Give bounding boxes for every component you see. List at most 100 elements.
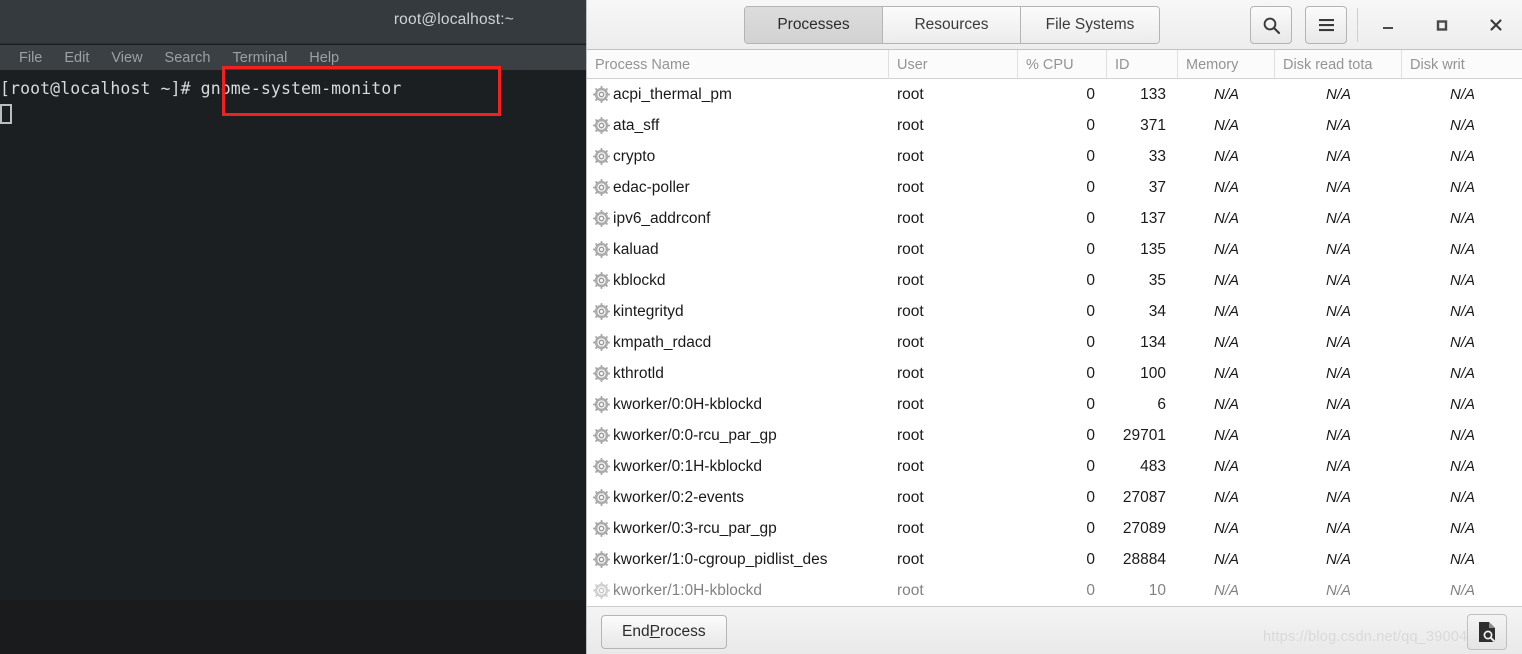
- column-header-cpu[interactable]: % CPU: [1018, 50, 1107, 79]
- end-process-prefix: End: [622, 623, 650, 640]
- table-row[interactable]: kworker/1:0-cgroup_pidlist_des root 0 28884…: [587, 544, 1522, 575]
- end-process-accel: P: [649, 623, 660, 640]
- cell-memory: N/A: [1213, 272, 1239, 289]
- table-row[interactable]: ipv6_addrconf root 0 137 N/A N/A N/A: [587, 203, 1522, 234]
- cell-process-name: kworker/0:2-events: [587, 489, 889, 507]
- cell-memory: N/A: [1213, 148, 1239, 165]
- table-row[interactable]: ata_sff root 0 371 N/A N/A N/A: [587, 110, 1522, 141]
- cell-id: 27087: [1122, 488, 1166, 506]
- menu-item-file[interactable]: File: [8, 50, 53, 66]
- cell-user: root: [897, 333, 924, 351]
- process-gear-icon: [593, 179, 610, 196]
- column-header-disk-read[interactable]: Disk read tota: [1275, 50, 1402, 79]
- column-header-memory[interactable]: Memory: [1178, 50, 1275, 79]
- cell-disk-write: N/A: [1449, 582, 1475, 599]
- process-gear-icon: [593, 334, 610, 351]
- tab-file-systems[interactable]: File Systems: [1021, 7, 1159, 43]
- menu-item-edit[interactable]: Edit: [53, 50, 100, 66]
- maximize-button[interactable]: [1423, 6, 1461, 44]
- table-row[interactable]: kworker/0:3-rcu_par_gp root 0 27089 N/A N/A N/…: [587, 513, 1522, 544]
- cell-cpu: 0: [1086, 550, 1095, 568]
- table-row[interactable]: kintegrityd root 0 34 N/A N/A N/A: [587, 296, 1522, 327]
- terminal-title: root@localhost:~: [393, 11, 514, 28]
- tab-processes-label: Processes: [777, 16, 850, 33]
- tab-processes[interactable]: Processes: [745, 7, 883, 43]
- column-header-process-name[interactable]: Process Name: [587, 50, 889, 79]
- document-button[interactable]: [1467, 614, 1507, 650]
- process-name-label: kworker/0:2-events: [613, 488, 744, 506]
- cell-process-name: kblockd: [587, 272, 889, 290]
- process-gear-icon: [593, 582, 610, 599]
- cell-user: root: [897, 302, 924, 320]
- cell-cpu: 0: [1086, 364, 1095, 382]
- cell-user: root: [897, 488, 924, 506]
- tab-resources[interactable]: Resources: [883, 7, 1021, 43]
- process-table-header: Process Name User % CPU ID Memory Disk r…: [587, 50, 1522, 79]
- cell-process-name: kmpath_rdacd: [587, 334, 889, 352]
- cell-id: 34: [1148, 302, 1166, 320]
- search-button[interactable]: [1250, 6, 1292, 44]
- table-row[interactable]: kworker/0:0H-kblockd root 0 6 N/A N/A N/A: [587, 389, 1522, 420]
- tab-resources-label: Resources: [914, 16, 989, 33]
- table-row[interactable]: crypto root 0 33 N/A N/A N/A: [587, 141, 1522, 172]
- table-row[interactable]: kthrotld root 0 100 N/A N/A N/A: [587, 358, 1522, 389]
- cell-disk-write: N/A: [1449, 210, 1475, 227]
- table-row[interactable]: kworker/0:0-rcu_par_gp root 0 29701 N/A N/A N/…: [587, 420, 1522, 451]
- cell-user: root: [897, 209, 924, 227]
- column-header-user[interactable]: User: [889, 50, 1018, 79]
- process-name-label: kblockd: [613, 271, 666, 289]
- document-icon: [1479, 622, 1495, 642]
- process-name-label: kintegrityd: [613, 302, 684, 320]
- tab-group: Processes Resources File Systems: [744, 6, 1160, 44]
- cell-disk-write: N/A: [1449, 241, 1475, 258]
- close-button[interactable]: [1477, 6, 1515, 44]
- terminal-output-area[interactable]: [root@localhost ~]# gnome-system-monitor: [0, 70, 586, 600]
- cell-user: root: [897, 550, 924, 568]
- table-row[interactable]: kblockd root 0 35 N/A N/A N/A: [587, 265, 1522, 296]
- table-row[interactable]: kworker/0:2-events root 0 27087 N/A N/A N/A: [587, 482, 1522, 513]
- process-name-label: kaluad: [613, 240, 659, 258]
- cell-memory: N/A: [1213, 365, 1239, 382]
- table-row[interactable]: kmpath_rdacd root 0 134 N/A N/A N/A: [587, 327, 1522, 358]
- table-row[interactable]: edac-poller root 0 37 N/A N/A N/A: [587, 172, 1522, 203]
- cell-cpu: 0: [1086, 488, 1095, 506]
- cell-id: 37: [1148, 178, 1166, 196]
- menu-item-view[interactable]: View: [100, 50, 153, 66]
- cell-process-name: kworker/0:3-rcu_par_gp: [587, 520, 889, 538]
- minimize-button[interactable]: [1369, 6, 1407, 44]
- cell-process-name: kaluad: [587, 241, 889, 259]
- table-row[interactable]: kaluad root 0 135 N/A N/A N/A: [587, 234, 1522, 265]
- menu-item-terminal[interactable]: Terminal: [222, 50, 299, 66]
- column-header-id[interactable]: ID: [1107, 50, 1178, 79]
- cell-disk-read: N/A: [1325, 365, 1351, 382]
- process-table-body[interactable]: acpi_thermal_pm root 0 133 N/A N/A N/A ata_sff r…: [587, 79, 1522, 606]
- cell-cpu: 0: [1086, 333, 1095, 351]
- table-row[interactable]: kworker/1:0H-kblockd root 0 10 N/A N/A N/A: [587, 575, 1522, 606]
- cell-memory: N/A: [1213, 489, 1239, 506]
- cell-process-name: kintegrityd: [587, 303, 889, 321]
- end-process-button[interactable]: End Process: [601, 615, 727, 649]
- process-gear-icon: [593, 303, 610, 320]
- terminal-titlebar[interactable]: root@localhost:~: [0, 0, 586, 44]
- table-row[interactable]: kworker/0:1H-kblockd root 0 483 N/A N/A N/A: [587, 451, 1522, 482]
- cell-user: root: [897, 271, 924, 289]
- terminal-menubar: File Edit View Search Terminal Help: [0, 45, 586, 70]
- cell-id: 29701: [1122, 426, 1166, 444]
- process-name-label: acpi_thermal_pm: [613, 85, 732, 103]
- table-row[interactable]: acpi_thermal_pm root 0 133 N/A N/A N/A: [587, 79, 1522, 110]
- process-gear-icon: [593, 489, 610, 506]
- process-name-label: kworker/0:0H-kblockd: [613, 395, 763, 413]
- cell-id: 35: [1148, 271, 1166, 289]
- cell-process-name: ipv6_addrconf: [587, 210, 889, 228]
- process-name-label: kworker/1:0-cgroup_pidlist_des: [613, 550, 828, 568]
- column-header-disk-write[interactable]: Disk writ: [1402, 50, 1522, 79]
- menu-button[interactable]: [1305, 6, 1347, 44]
- cell-memory: N/A: [1213, 582, 1239, 599]
- cell-disk-read: N/A: [1325, 241, 1351, 258]
- menu-item-search[interactable]: Search: [154, 50, 222, 66]
- cell-memory: N/A: [1213, 551, 1239, 568]
- menu-item-help[interactable]: Help: [298, 50, 350, 66]
- cell-disk-read: N/A: [1325, 334, 1351, 351]
- cell-cpu: 0: [1086, 581, 1095, 599]
- cell-cpu: 0: [1086, 426, 1095, 444]
